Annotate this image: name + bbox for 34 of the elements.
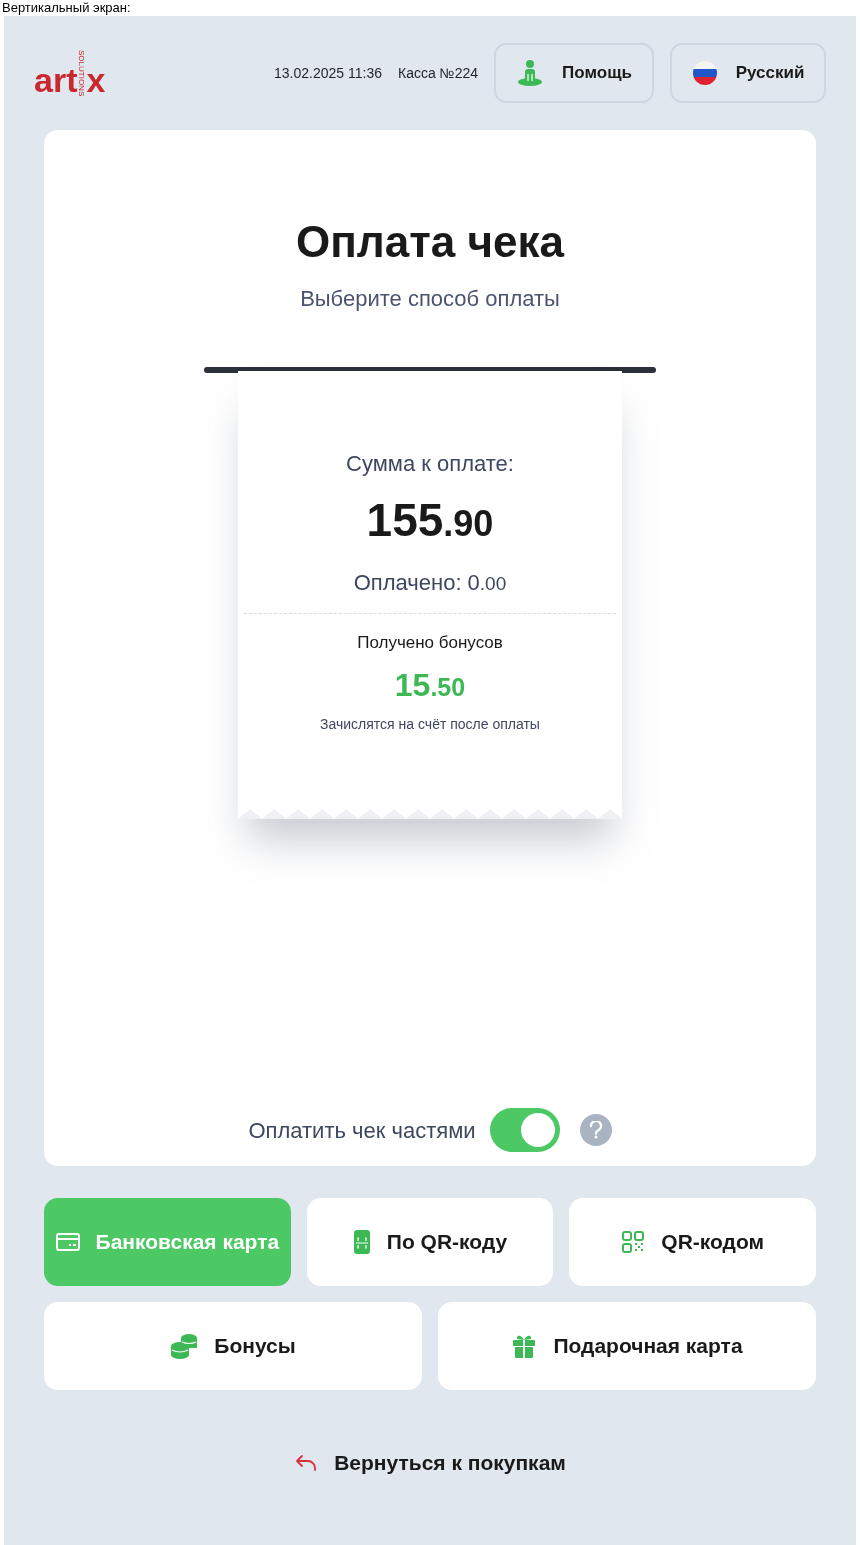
subtitle: Выберите способ оплаты xyxy=(300,285,560,313)
back-link[interactable]: Вернуться к покупкам xyxy=(294,1446,566,1479)
bonus-note: Зачислятся на счёт после оплаты xyxy=(320,714,540,734)
caption: Вертикальный экран: xyxy=(1,0,132,16)
bonus-amount: 15.50 xyxy=(394,665,466,705)
flag-icon xyxy=(691,60,718,86)
split-payment-toggle[interactable] xyxy=(489,1108,560,1152)
person-icon xyxy=(516,59,545,87)
help-icon[interactable] xyxy=(579,1114,612,1146)
date-time: 13.02.2025 11:36 xyxy=(274,63,382,83)
paid-label: Оплачено: xyxy=(353,569,462,597)
coins-icon xyxy=(170,1333,199,1359)
bonus-label: Получено бонусов xyxy=(357,632,503,654)
toggle-knob xyxy=(520,1113,555,1147)
amount-due-label: Сумма к оплате: xyxy=(346,450,514,478)
logo-tagline: SOLUTIONS xyxy=(77,49,87,97)
help-button[interactable]: Помощь xyxy=(494,43,654,103)
amount-due: 155.90 xyxy=(366,494,494,548)
logo: x xyxy=(86,63,106,98)
split-payment-label: Оплатить чек частями xyxy=(248,1116,476,1145)
gift-icon xyxy=(511,1333,538,1359)
register-number: Касса №224 xyxy=(398,63,478,83)
payment-method-button[interactable]: Подарочная карта xyxy=(438,1302,816,1390)
card-icon xyxy=(55,1233,80,1251)
payment-method-button[interactable]: По QR-коду xyxy=(306,1198,554,1286)
phone-icon xyxy=(352,1229,371,1255)
page-title: Оплата чека xyxy=(296,216,564,268)
qr-code-icon xyxy=(621,1230,646,1254)
logo: art xyxy=(34,63,78,98)
payment-method-button[interactable]: QR-кодом xyxy=(569,1198,816,1286)
payment-method-button[interactable]: Бонусы xyxy=(44,1302,422,1390)
paid-amount: 0.00 xyxy=(467,569,507,597)
return-arrow-icon xyxy=(294,1452,319,1473)
language-button[interactable]: Русский xyxy=(670,43,826,103)
